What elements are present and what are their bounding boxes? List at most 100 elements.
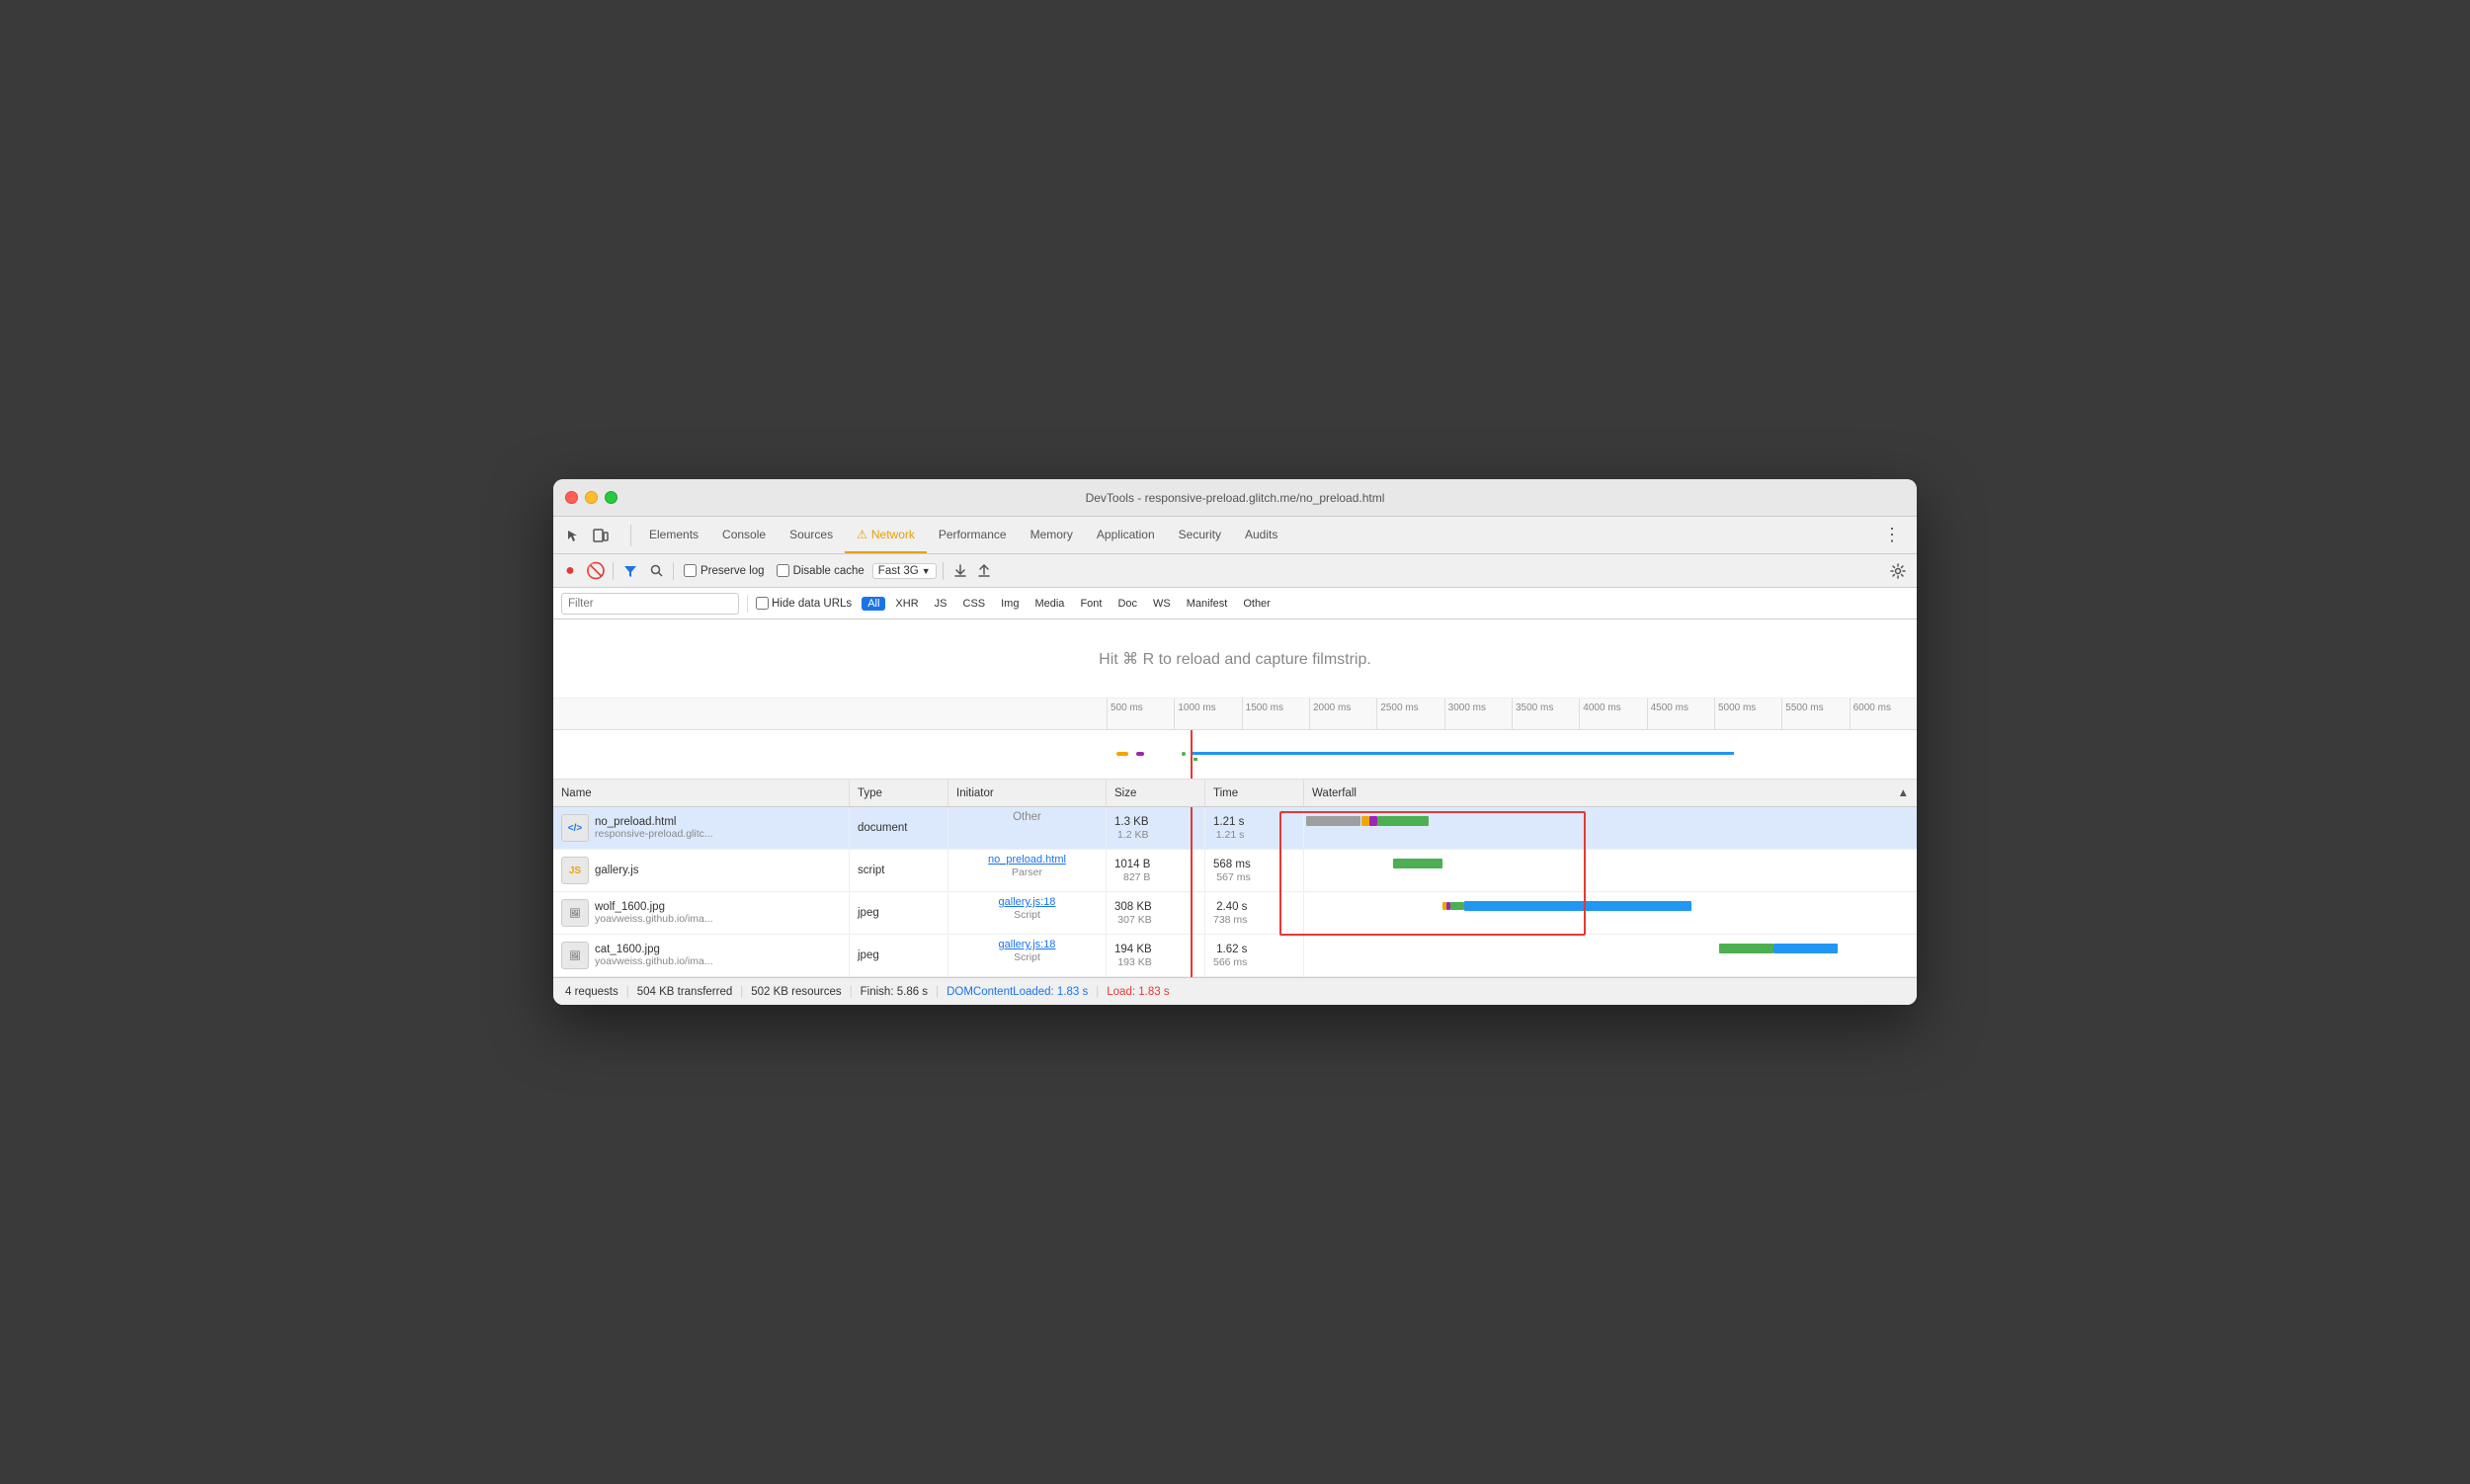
dom-content-loaded-time: DOMContentLoaded: 1.83 s	[947, 986, 1088, 998]
time-cell-3: 1.62 s 566 ms	[1205, 935, 1304, 976]
sort-arrow-icon: ▲	[1898, 787, 1909, 799]
throttle-selector[interactable]: Fast 3G ▼	[872, 563, 937, 579]
resources-size: 502 KB resources	[751, 986, 841, 998]
name-cell-0: </> no_preload.html responsive-preload.g…	[553, 807, 850, 849]
settings-button[interactable]	[1885, 558, 1911, 584]
filter-input[interactable]	[561, 593, 739, 615]
table-row[interactable]: 🖼 cat_1600.jpg yoavweiss.github.io/ima..…	[553, 935, 1917, 977]
col-name: Name	[553, 780, 850, 806]
col-type: Type	[850, 780, 948, 806]
size-cell-0: 1.3 KB 1.2 KB	[1107, 807, 1205, 849]
close-button[interactable]	[565, 491, 578, 504]
tick-3000: 3000 ms	[1444, 699, 1512, 729]
tab-console[interactable]: Console	[710, 517, 778, 553]
filter-type-js[interactable]: JS	[929, 597, 953, 611]
record-button[interactable]: ●	[559, 560, 581, 582]
tick-6000: 6000 ms	[1850, 699, 1917, 729]
file-icon-html: </>	[561, 814, 589, 842]
load-time: Load: 1.83 s	[1107, 986, 1169, 998]
type-cell-0: document	[850, 807, 948, 849]
search-icon[interactable]	[645, 560, 667, 582]
col-waterfall: Waterfall ▲	[1304, 780, 1917, 806]
filmstrip-hint: Hit ⌘ R to reload and capture filmstrip.	[1099, 649, 1371, 669]
more-tabs-button[interactable]: ⋮	[1875, 525, 1909, 545]
tab-application[interactable]: Application	[1085, 517, 1167, 553]
table-row[interactable]: JS gallery.js script no_preload.html Par…	[553, 850, 1917, 892]
tick-4500: 4500 ms	[1647, 699, 1714, 729]
maximize-button[interactable]	[605, 491, 618, 504]
tick-2500: 2500 ms	[1376, 699, 1443, 729]
file-icon-js: JS	[561, 857, 589, 884]
name-cell-2: 🖼 wolf_1600.jpg yoavweiss.github.io/ima.…	[553, 892, 850, 934]
tab-memory[interactable]: Memory	[1019, 517, 1085, 553]
tab-sources[interactable]: Sources	[778, 517, 845, 553]
initiator-link-3[interactable]: gallery.js:18	[999, 939, 1056, 950]
export-button[interactable]	[973, 560, 995, 582]
tab-security[interactable]: Security	[1167, 517, 1233, 553]
finish-time: Finish: 5.86 s	[861, 986, 928, 998]
tick-500: 500 ms	[1107, 699, 1174, 729]
type-cell-1: script	[850, 850, 948, 891]
filter-type-font[interactable]: Font	[1074, 597, 1108, 611]
toolbar-divider-1	[613, 562, 614, 580]
initiator-cell-3: gallery.js:18 Script	[948, 935, 1107, 976]
filter-type-xhr[interactable]: XHR	[889, 597, 924, 611]
fileurl-0: responsive-preload.glitc...	[595, 828, 713, 840]
traffic-lights	[565, 491, 618, 504]
filter-icon[interactable]	[619, 560, 641, 582]
filter-type-img[interactable]: Img	[995, 597, 1025, 611]
filter-type-other[interactable]: Other	[1237, 597, 1276, 611]
table-row[interactable]: </> no_preload.html responsive-preload.g…	[553, 807, 1917, 850]
time-cell-2: 2.40 s 738 ms	[1205, 892, 1304, 934]
tab-network[interactable]: ⚠ Network	[845, 517, 927, 553]
initiator-cell-2: gallery.js:18 Script	[948, 892, 1107, 934]
titlebar: DevTools - responsive-preload.glitch.me/…	[553, 479, 1917, 517]
import-export-buttons	[949, 560, 995, 582]
initiator-cell-0: Other	[948, 807, 1107, 849]
toolbar-divider-3	[943, 562, 944, 580]
hide-data-urls-checkbox[interactable]: Hide data URLs	[756, 597, 852, 610]
tick-5000: 5000 ms	[1714, 699, 1781, 729]
name-cell-1: JS gallery.js	[553, 850, 850, 891]
minimize-button[interactable]	[585, 491, 598, 504]
preserve-log-checkbox[interactable]: Preserve log	[680, 564, 769, 577]
waterfall-cell-0	[1304, 807, 1917, 849]
initiator-link-2[interactable]: gallery.js:18	[999, 896, 1056, 908]
filename-3: cat_1600.jpg	[595, 944, 713, 955]
waterfall-cell-2	[1304, 892, 1917, 934]
disable-cache-checkbox[interactable]: Disable cache	[773, 564, 868, 577]
waterfall-cell-3	[1304, 935, 1917, 976]
tab-elements[interactable]: Elements	[637, 517, 710, 553]
name-cell-3: 🖼 cat_1600.jpg yoavweiss.github.io/ima..…	[553, 935, 850, 976]
initiator-cell-1: no_preload.html Parser	[948, 850, 1107, 891]
cursor-icon[interactable]	[561, 524, 585, 547]
time-cell-1: 568 ms 567 ms	[1205, 850, 1304, 891]
tabs-bar: Elements Console Sources ⚠ Network Perfo…	[553, 517, 1917, 554]
file-icon-cat: 🖼	[561, 942, 589, 969]
size-cell-2: 308 KB 307 KB	[1107, 892, 1205, 934]
table-row[interactable]: 🖼 wolf_1600.jpg yoavweiss.github.io/ima.…	[553, 892, 1917, 935]
devtools-panel: Elements Console Sources ⚠ Network Perfo…	[553, 517, 1917, 1005]
tabs-list: Elements Console Sources ⚠ Network Perfo…	[637, 517, 1875, 553]
status-bar: 4 requests | 504 KB transferred | 502 KB…	[553, 977, 1917, 1005]
requests-count: 4 requests	[565, 986, 618, 998]
tab-audits[interactable]: Audits	[1233, 517, 1289, 553]
toolbar-divider-2	[673, 562, 674, 580]
filter-type-manifest[interactable]: Manifest	[1181, 597, 1234, 611]
filter-type-media[interactable]: Media	[1029, 597, 1070, 611]
initiator-link-1[interactable]: no_preload.html	[988, 854, 1066, 866]
filter-type-doc[interactable]: Doc	[1112, 597, 1143, 611]
filter-type-ws[interactable]: WS	[1147, 597, 1177, 611]
file-icon-wolf: 🖼	[561, 899, 589, 927]
tab-performance[interactable]: Performance	[927, 517, 1019, 553]
filmstrip-area: Hit ⌘ R to reload and capture filmstrip.	[553, 619, 1917, 699]
device-icon[interactable]	[589, 524, 613, 547]
filter-type-css[interactable]: CSS	[957, 597, 992, 611]
tick-3500: 3500 ms	[1512, 699, 1579, 729]
network-toolbar: ● 🚫 Preserve log Disable cache Fast 3G ▼	[553, 554, 1917, 588]
import-button[interactable]	[949, 560, 971, 582]
tick-5500: 5500 ms	[1781, 699, 1849, 729]
clear-button[interactable]: 🚫	[585, 560, 607, 582]
filter-types: All XHR JS CSS Img Media Font Doc WS Man…	[862, 597, 1276, 611]
filter-type-all[interactable]: All	[862, 597, 885, 611]
